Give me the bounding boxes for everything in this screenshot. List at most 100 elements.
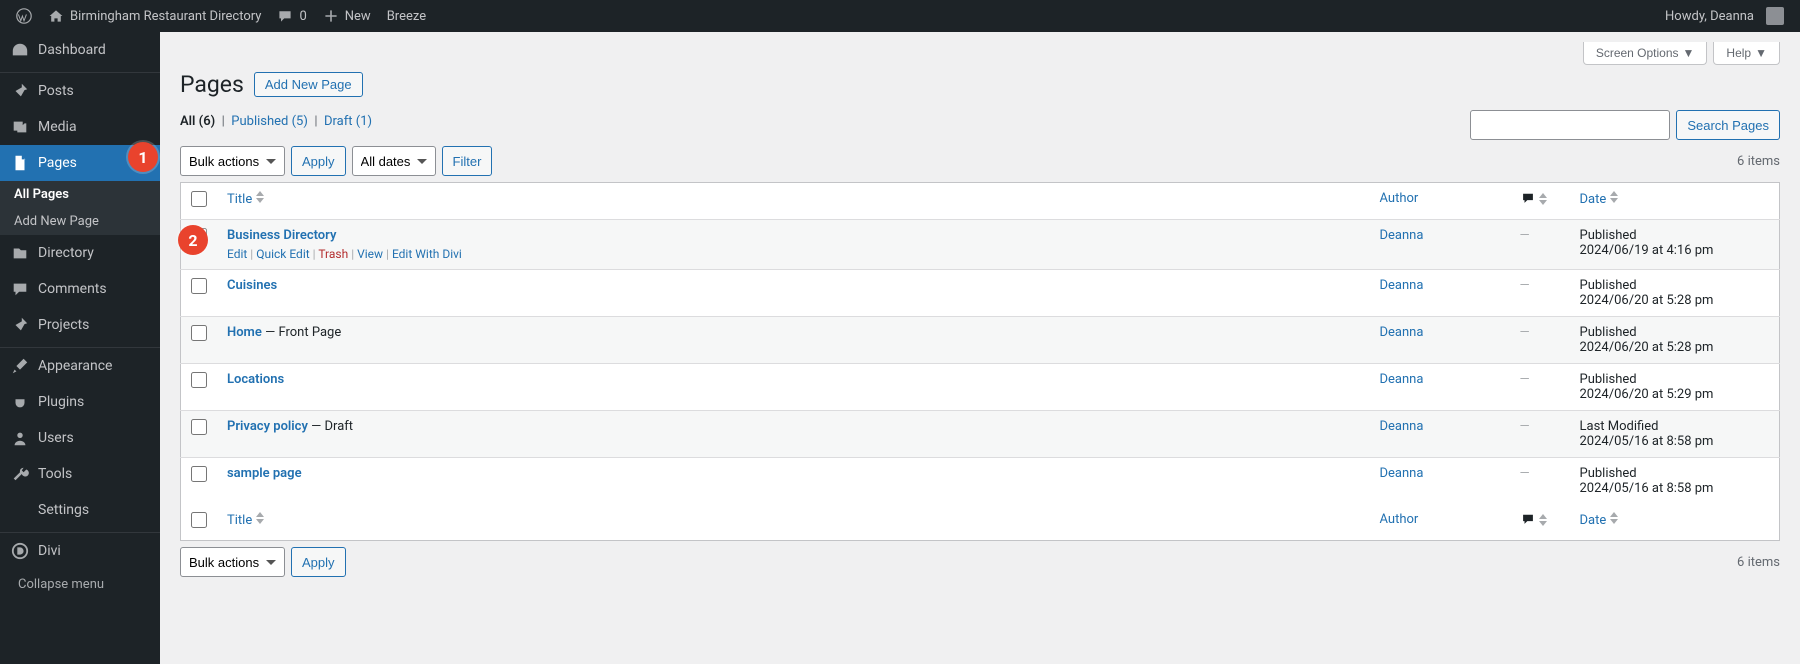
view-all[interactable]: All (6) bbox=[180, 114, 218, 129]
page-title-link[interactable]: Home bbox=[227, 325, 262, 340]
table-row: CuisinesDeanna—Published2024/06/20 at 5:… bbox=[181, 270, 1780, 317]
sidebar-item-projects[interactable]: Projects bbox=[0, 307, 160, 343]
comments-icon bbox=[10, 279, 30, 299]
page-title-link[interactable]: sample page bbox=[227, 466, 302, 481]
sidebar-item-divi[interactable]: Divi bbox=[0, 533, 160, 569]
divi-icon bbox=[10, 541, 30, 561]
author-link[interactable]: Deanna bbox=[1380, 278, 1424, 293]
select-all-bottom[interactable] bbox=[191, 512, 207, 528]
select-all-top[interactable] bbox=[191, 191, 207, 207]
col-date-sort[interactable]: Date bbox=[1580, 191, 1770, 207]
sidebar-item-media[interactable]: Media bbox=[0, 109, 160, 145]
author-link[interactable]: Deanna bbox=[1380, 228, 1424, 243]
comments-shortcut[interactable]: 0 bbox=[269, 0, 314, 32]
site-name[interactable]: Birmingham Restaurant Directory bbox=[40, 0, 269, 32]
author-link[interactable]: Deanna bbox=[1380, 419, 1424, 434]
page-title-link[interactable]: Cuisines bbox=[227, 278, 277, 293]
table-row: LocationsDeanna—Published2024/06/20 at 5… bbox=[181, 364, 1780, 411]
sidebar-item-label: Media bbox=[38, 119, 77, 135]
page-title-suffix: — Front Page bbox=[262, 325, 341, 340]
wrench-icon bbox=[10, 464, 30, 484]
sidebar-item-dashboard[interactable]: Dashboard bbox=[0, 32, 160, 68]
sidebar-item-directory[interactable]: Directory bbox=[0, 235, 160, 271]
callout-2: 2 bbox=[178, 225, 208, 255]
date-filter-select[interactable]: All dates bbox=[352, 146, 436, 176]
avatar bbox=[1766, 7, 1784, 25]
search-box: Search Pages bbox=[1470, 110, 1780, 140]
comment-icon bbox=[277, 8, 293, 24]
comments-count: — bbox=[1520, 278, 1530, 293]
row-checkbox[interactable] bbox=[191, 419, 207, 435]
howdy-label: Howdy, Deanna bbox=[1665, 9, 1754, 24]
quick-edit-link[interactable]: Quick Edit bbox=[256, 247, 309, 261]
apply-bulk-button[interactable]: Apply bbox=[291, 146, 346, 176]
status-label: Last Modified bbox=[1580, 419, 1659, 434]
directory-icon bbox=[10, 243, 30, 263]
apply-bulk-button-bottom[interactable]: Apply bbox=[291, 547, 346, 577]
sidebar-item-label: Settings bbox=[38, 502, 89, 518]
col-title-sort[interactable]: Title bbox=[227, 512, 1360, 528]
user-icon bbox=[10, 428, 30, 448]
edit-link[interactable]: Edit bbox=[227, 247, 247, 261]
caret-down-icon: ▼ bbox=[1683, 46, 1695, 60]
wp-logo[interactable] bbox=[8, 0, 40, 32]
sidebar-item-label: Projects bbox=[38, 317, 89, 333]
comments-count: — bbox=[1520, 419, 1530, 434]
page-title-link[interactable]: Locations bbox=[227, 372, 284, 387]
author-link[interactable]: Deanna bbox=[1380, 325, 1424, 340]
search-input[interactable] bbox=[1470, 110, 1670, 140]
breeze[interactable]: Breeze bbox=[379, 0, 434, 32]
sidebar-subitem-add-new[interactable]: Add New Page bbox=[0, 208, 160, 235]
col-title-sort[interactable]: Title bbox=[227, 191, 1360, 207]
my-account[interactable]: Howdy, Deanna bbox=[1657, 0, 1792, 32]
pages-table: Title Author Date Business DirectoryEdit… bbox=[180, 182, 1780, 541]
sidebar-item-posts[interactable]: Posts bbox=[0, 73, 160, 109]
bulk-actions-select-bottom[interactable]: Bulk actions bbox=[180, 547, 285, 577]
sidebar-item-tools[interactable]: Tools bbox=[0, 456, 160, 492]
filter-button[interactable]: Filter bbox=[442, 146, 493, 176]
page-title-link[interactable]: Business Directory bbox=[227, 228, 336, 243]
comments-count: — bbox=[1520, 228, 1530, 243]
sidebar-item-comments[interactable]: Comments bbox=[0, 271, 160, 307]
sidebar-item-label: Divi bbox=[38, 543, 61, 559]
col-comments[interactable] bbox=[1510, 504, 1570, 541]
sidebar-item-settings[interactable]: Settings bbox=[0, 492, 160, 528]
screen-options-button[interactable]: Screen Options ▼ bbox=[1583, 42, 1708, 65]
row-checkbox[interactable] bbox=[191, 466, 207, 482]
view-published[interactable]: Published (5) bbox=[231, 114, 311, 129]
author-link[interactable]: Deanna bbox=[1380, 466, 1424, 481]
edit-divi-link[interactable]: Edit With Divi bbox=[392, 247, 462, 261]
author-link[interactable]: Deanna bbox=[1380, 372, 1424, 387]
items-count-bottom: 6 items bbox=[1737, 555, 1780, 570]
help-button[interactable]: Help ▼ bbox=[1713, 42, 1780, 65]
projects-icon bbox=[10, 315, 30, 335]
screen-meta: Screen Options ▼ Help ▼ bbox=[180, 42, 1780, 65]
search-pages-button[interactable]: Search Pages bbox=[1676, 110, 1780, 140]
trash-link[interactable]: Trash bbox=[318, 247, 348, 261]
sidebar-item-plugins[interactable]: Plugins bbox=[0, 384, 160, 420]
row-actions: Edit | Quick Edit | Trash | View | Edit … bbox=[227, 247, 1360, 261]
sidebar-item-label: Appearance bbox=[38, 358, 112, 374]
row-checkbox[interactable] bbox=[191, 372, 207, 388]
comment-icon bbox=[1520, 512, 1536, 526]
bulk-actions-select[interactable]: Bulk actions bbox=[180, 146, 285, 176]
sidebar-item-label: Plugins bbox=[38, 394, 84, 410]
collapse-menu[interactable]: Collapse menu bbox=[0, 569, 160, 600]
col-comments[interactable] bbox=[1510, 183, 1570, 220]
row-checkbox[interactable] bbox=[191, 325, 207, 341]
sidebar-subitem-all-pages[interactable]: All Pages bbox=[0, 181, 160, 208]
page-title-link[interactable]: Privacy policy bbox=[227, 419, 308, 434]
sidebar-item-appearance[interactable]: Appearance bbox=[0, 348, 160, 384]
view-draft[interactable]: Draft (1) bbox=[324, 114, 372, 129]
plug-icon bbox=[10, 392, 30, 412]
table-row: sample pageDeanna—Published2024/05/16 at… bbox=[181, 458, 1780, 505]
col-date-sort[interactable]: Date bbox=[1580, 512, 1770, 528]
add-new-page-button[interactable]: Add New Page bbox=[254, 72, 363, 97]
admin-sidebar: Dashboard Posts Media Pages All Pages Ad… bbox=[0, 32, 160, 664]
row-checkbox[interactable] bbox=[191, 278, 207, 294]
sidebar-item-users[interactable]: Users bbox=[0, 420, 160, 456]
new-content[interactable]: New bbox=[315, 0, 379, 32]
status-label: Published bbox=[1580, 228, 1637, 243]
view-link[interactable]: View bbox=[357, 247, 383, 261]
sidebar-item-label: Directory bbox=[38, 245, 94, 261]
